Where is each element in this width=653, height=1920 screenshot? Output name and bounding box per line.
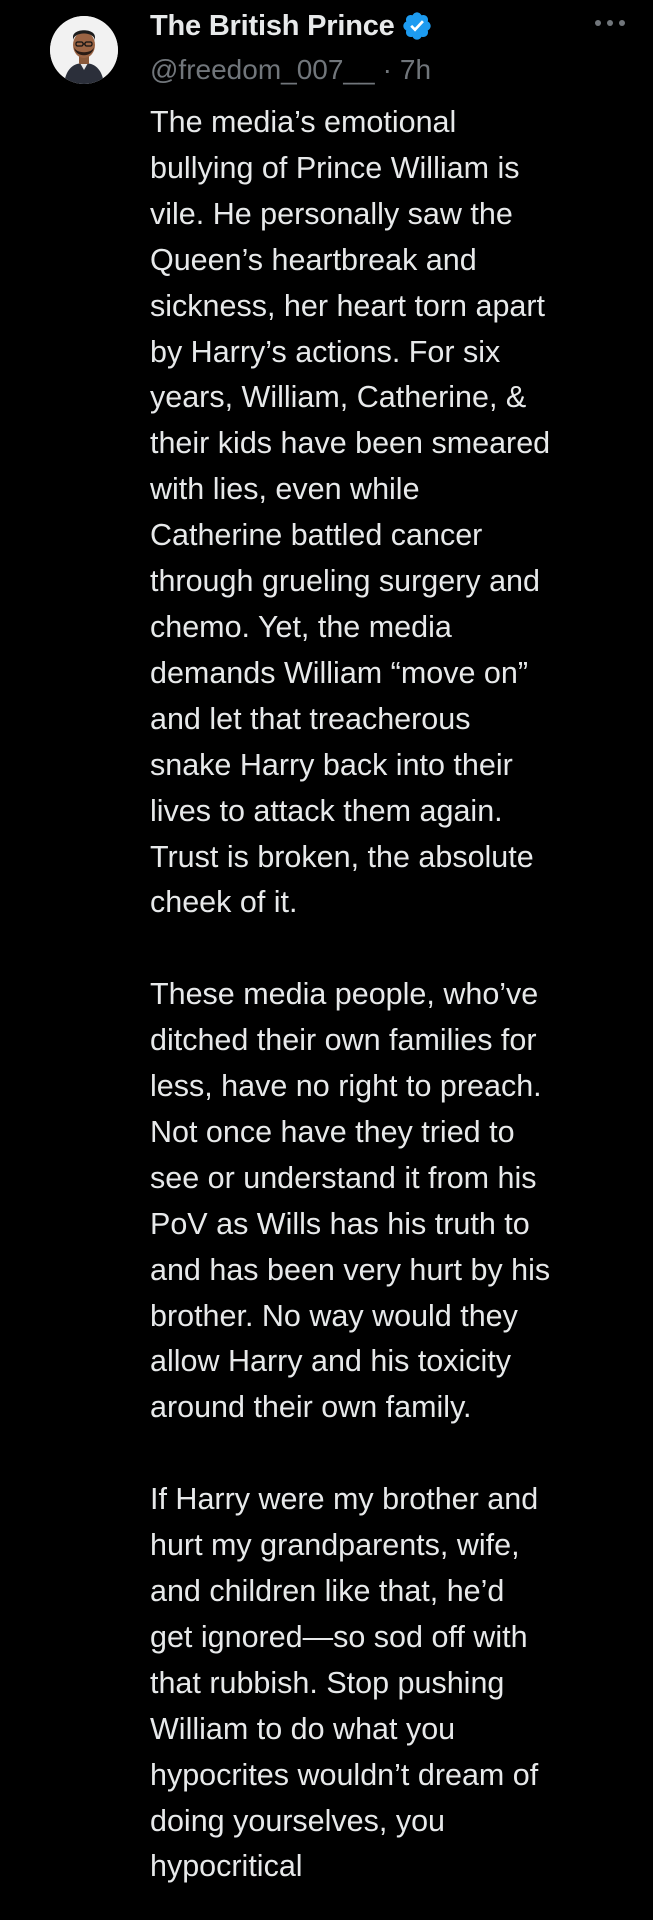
text-line: hypocritical [150, 1849, 303, 1884]
text-line: hypocrites wouldn’t dream of [150, 1757, 539, 1792]
tweet-header: The British Prince @freedom_007__ · 7h [150, 4, 633, 96]
text-line: William to do what you [150, 1711, 456, 1746]
text-line: and has been very hurt by his [150, 1252, 551, 1287]
tweet-text: The media’s emotional bullying of Prince… [150, 100, 638, 1890]
text-line: doing yourselves, you [150, 1803, 446, 1838]
text-line: and children like that, he’d [150, 1573, 505, 1608]
text-line: allow Harry and his toxicity [150, 1344, 512, 1379]
text-line: less, have no right to preach. [150, 1069, 542, 1104]
text-line: Queen’s heartbreak and [150, 242, 477, 277]
text-line: around their own family. [150, 1390, 472, 1425]
text-line: with lies, even while [150, 472, 420, 507]
text-line: demands William “move on” [150, 655, 528, 690]
text-line: Not once have they tried to [150, 1114, 515, 1149]
text-line: brother. No way would they [150, 1298, 518, 1333]
text-line: chemo. Yet, the media [150, 609, 452, 644]
text-line: sickness, her heart torn apart [150, 288, 545, 323]
text-line: through grueling surgery and [150, 564, 540, 599]
text-line: see or understand it from his [150, 1160, 537, 1195]
handle-row: @freedom_007__ · 7h [150, 54, 431, 86]
user-handle[interactable]: @freedom_007__ [150, 54, 375, 85]
text-line: Trust is broken, the absolute [150, 839, 534, 874]
text-line: years, William, Catherine, & [150, 380, 527, 415]
more-horizontal-icon[interactable] [593, 16, 627, 28]
text-line: cheek of it. [150, 885, 298, 920]
tweet-paragraph: If Harry were my brother and hurt my gra… [150, 1477, 638, 1890]
display-name[interactable]: The British Prince [150, 10, 395, 43]
tweet-paragraph: These media people, who’ve ditched their… [150, 972, 638, 1431]
text-line: Catherine battled cancer [150, 518, 483, 553]
verified-badge-icon [401, 10, 433, 42]
separator-dot: · [382, 54, 392, 85]
text-line: hurt my grandparents, wife, [150, 1528, 520, 1563]
text-line: and let that treacherous [150, 701, 471, 736]
text-line: vile. He personally saw the [150, 196, 513, 231]
text-line: get ignored—so sod off with [150, 1619, 528, 1654]
text-line: ditched their own families for [150, 1023, 537, 1058]
text-line: lives to attack them again. [150, 793, 503, 828]
timestamp[interactable]: 7h [400, 54, 431, 85]
avatar[interactable] [50, 16, 118, 84]
tweet-paragraph: The media’s emotional bullying of Prince… [150, 100, 638, 926]
tweet[interactable]: The British Prince @freedom_007__ · 7h The… [0, 0, 653, 1920]
text-line: that rubbish. Stop pushing [150, 1665, 505, 1700]
text-line: The media’s emotional [150, 105, 457, 139]
name-row: The British Prince [150, 6, 433, 46]
text-line: their kids have been smeared [150, 426, 551, 461]
text-line: snake Harry back into their [150, 747, 513, 782]
text-line: PoV as Wills has his truth to [150, 1206, 530, 1241]
text-line: bullying of Prince William is [150, 150, 520, 185]
text-line: These media people, who’ve [150, 977, 539, 1012]
text-line: by Harry’s actions. For six [150, 334, 501, 369]
text-line: If Harry were my brother and [150, 1482, 539, 1517]
